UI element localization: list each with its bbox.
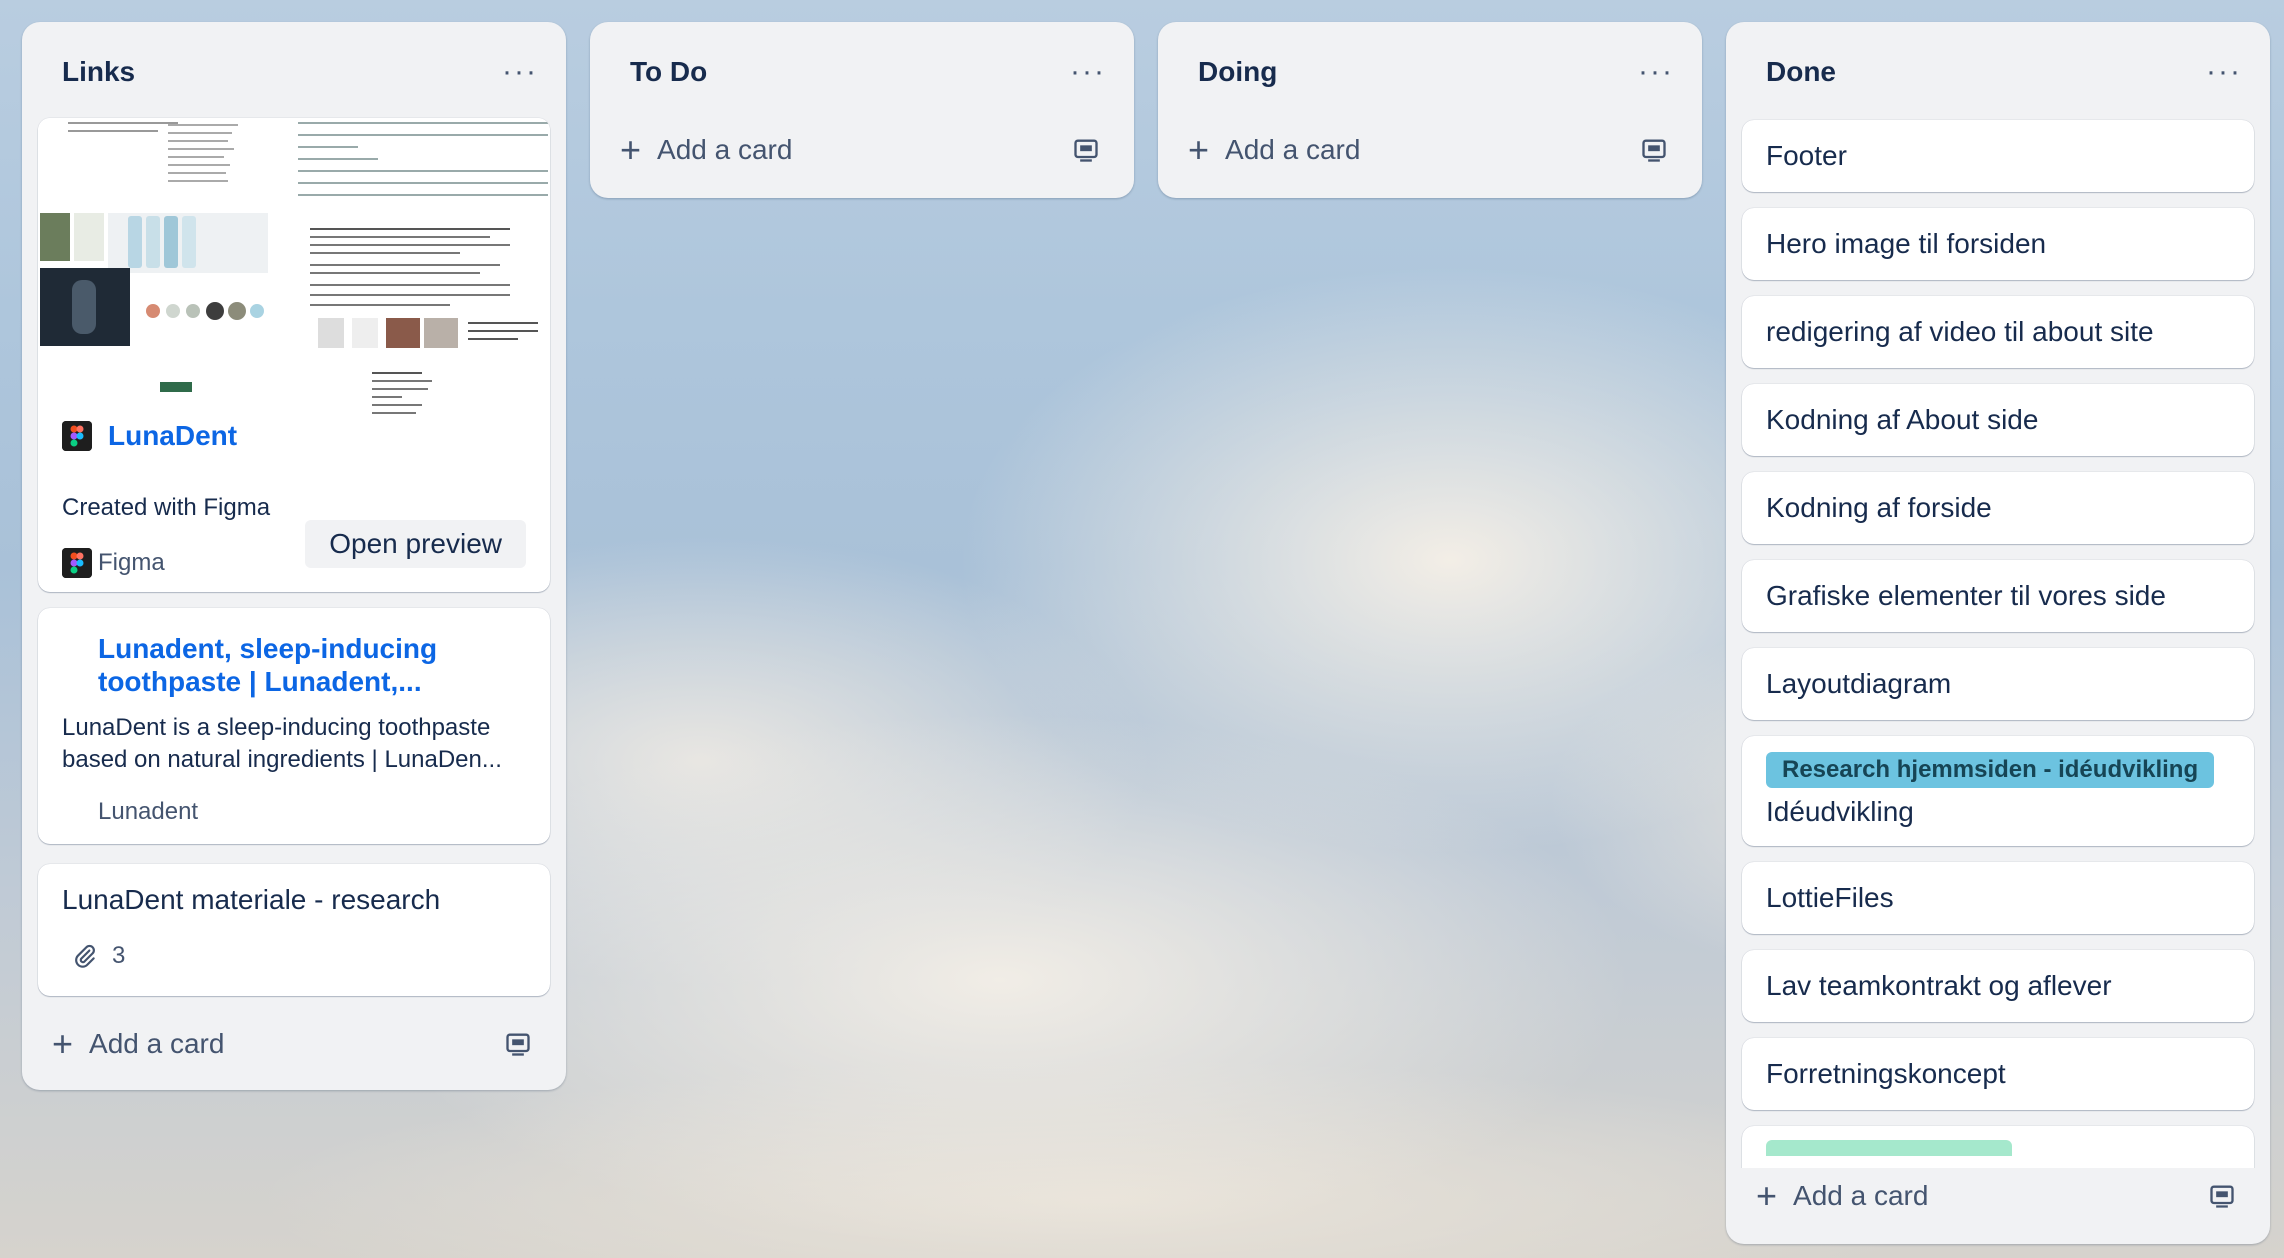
figma-card-subtitle: Created with Figma <box>62 494 271 521</box>
add-card-label: Add a card <box>1793 1180 1929 1211</box>
open-preview-button[interactable]: Open preview <box>305 520 526 568</box>
list-item[interactable]: Grafiske elementer til vores side <box>1742 560 2254 632</box>
card-title: Kodning af About side <box>1766 404 2039 435</box>
list-item[interactable]: Kodning af About side <box>1742 384 2254 456</box>
figma-card-source: Figma <box>62 548 165 578</box>
research-card-title: LunaDent materiale - research <box>62 884 441 915</box>
website-link-card[interactable]: Lunadent, sleep-inducing toothpaste | Lu… <box>38 608 550 844</box>
list-title[interactable]: Doing <box>1198 56 1277 88</box>
figma-card-title[interactable]: LunaDent <box>108 420 237 452</box>
done-cards-scroll[interactable]: Footer Hero image til forsiden redigerin… <box>1726 118 2270 1168</box>
card-title: Kodning af forside <box>1766 492 1992 523</box>
list-title[interactable]: Links <box>62 56 135 88</box>
list-title[interactable]: Done <box>1766 56 1836 88</box>
list-header: Links ··· <box>62 52 546 92</box>
attachment-count: 3 <box>112 942 126 969</box>
paperclip-icon <box>75 944 95 968</box>
card-title: Grafiske elementer til vores side <box>1766 580 2166 611</box>
list-header: To Do ··· <box>630 52 1114 92</box>
list-item[interactable]: Layoutdiagram <box>1742 648 2254 720</box>
figma-link-card[interactable]: LunaDent Created with Figma Figma Open p… <box>38 118 550 592</box>
list-menu-button[interactable]: ··· <box>2198 57 2250 87</box>
card-title: Lav teamkontrakt og aflever <box>1766 970 2112 1001</box>
plus-icon: + <box>52 1023 74 1064</box>
list-menu-button[interactable]: ··· <box>494 57 546 87</box>
card-title: Idéudvikling <box>1766 796 1914 827</box>
website-link-description: LunaDent is a sleep-inducing toothpaste … <box>62 714 502 773</box>
add-card-button[interactable]: + Add a card <box>610 120 1114 180</box>
plus-icon: + <box>620 129 642 170</box>
attachment-badge: 3 <box>72 942 125 970</box>
labeled-card[interactable]: Research hjemmsiden - idéudvikling Idéud… <box>1742 736 2254 846</box>
list-header: Doing ··· <box>1198 52 1682 92</box>
figma-icon <box>62 548 92 578</box>
list-item[interactable]: Lav teamkontrakt og aflever <box>1742 950 2254 1022</box>
card-label[interactable]: Research hjemmsiden - idéudvikling <box>1766 752 2215 788</box>
list-done: Done ··· Footer Hero image til forsiden … <box>1726 22 2270 1244</box>
card-title: Footer <box>1766 140 1847 171</box>
add-card-button[interactable]: + Add a card <box>42 1014 546 1074</box>
list-item[interactable]: Forretningskoncept <box>1742 1038 2254 1110</box>
figma-source-label: Figma <box>98 549 165 576</box>
card-label-green[interactable] <box>1766 1140 2012 1156</box>
add-card-label: Add a card <box>1225 134 1361 165</box>
list-to-do: To Do ··· + Add a card <box>590 22 1134 198</box>
list-item[interactable]: Hero image til forsiden <box>1742 208 2254 280</box>
add-card-button[interactable]: + Add a card <box>1746 1166 2250 1226</box>
figma-card-title-row: LunaDent <box>62 420 237 452</box>
list-menu-button[interactable]: ··· <box>1630 57 1682 87</box>
card-template-icon[interactable] <box>2208 1182 2236 1210</box>
card-title: Forretningskoncept <box>1766 1058 2006 1089</box>
list-item[interactable]: Kodning af forside <box>1742 472 2254 544</box>
list-header: Done ··· <box>1766 52 2250 92</box>
card-title: Layoutdiagram <box>1766 668 1952 699</box>
website-link-title[interactable]: Lunadent, sleep-inducing toothpaste | Lu… <box>98 632 498 698</box>
figma-preview-thumbnail <box>38 118 550 418</box>
list-item[interactable]: Footer <box>1742 120 2254 192</box>
card-title: Hero image til forsiden <box>1766 228 2047 259</box>
card-template-icon[interactable] <box>504 1030 532 1058</box>
list-menu-button[interactable]: ··· <box>1062 57 1114 87</box>
list-title[interactable]: To Do <box>630 56 707 88</box>
plus-icon: + <box>1756 1175 1778 1216</box>
add-card-label: Add a card <box>89 1028 225 1059</box>
card-template-icon[interactable] <box>1072 136 1100 164</box>
website-link-domain: Lunadent <box>98 798 199 825</box>
add-card-label: Add a card <box>657 134 793 165</box>
list-item[interactable]: LottieFiles <box>1742 862 2254 934</box>
list-item-partial[interactable] <box>1742 1126 2254 1168</box>
card-template-icon[interactable] <box>1640 136 1668 164</box>
plus-icon: + <box>1188 129 1210 170</box>
figma-icon <box>62 421 92 451</box>
list-links: Links ··· LunaDent Created with Figma Fi… <box>22 22 566 1090</box>
card-title: redigering af video til about site <box>1766 316 2154 347</box>
research-card[interactable]: LunaDent materiale - research 3 <box>38 864 550 996</box>
add-card-button[interactable]: + Add a card <box>1178 120 1682 180</box>
list-item[interactable]: redigering af video til about site <box>1742 296 2254 368</box>
list-doing: Doing ··· + Add a card <box>1158 22 1702 198</box>
card-title: LottieFiles <box>1766 882 1894 913</box>
